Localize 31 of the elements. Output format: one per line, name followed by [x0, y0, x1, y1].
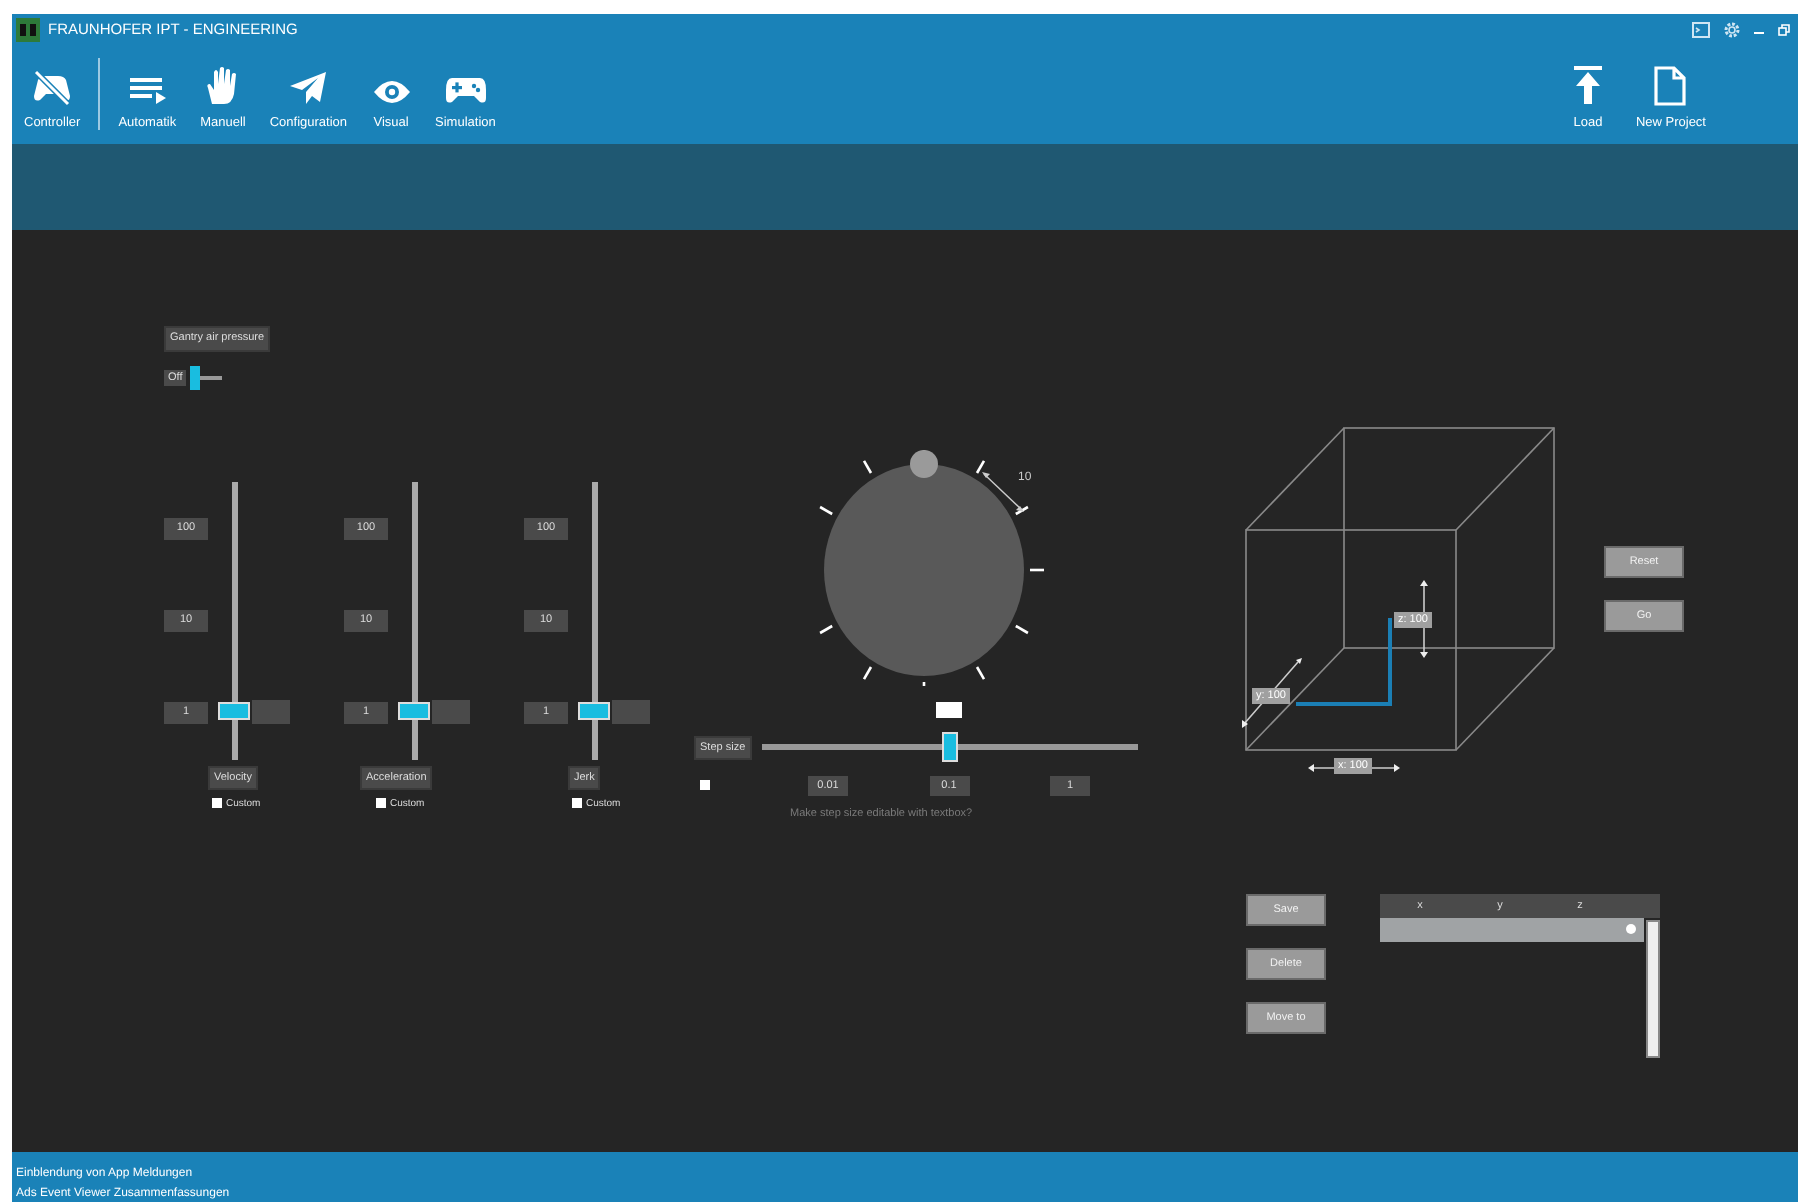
document-icon: [1654, 66, 1687, 106]
terminal-icon[interactable]: [1692, 21, 1710, 37]
value-field[interactable]: [935, 702, 962, 718]
value-field[interactable]: [432, 699, 470, 724]
scrollbar[interactable]: [1646, 920, 1660, 1058]
eye-icon: [371, 78, 412, 106]
position-path: [1296, 618, 1392, 706]
app-logo-icon: [16, 17, 40, 41]
dial-handle[interactable]: [910, 450, 938, 478]
value-field[interactable]: [612, 699, 650, 724]
toggle-thumb[interactable]: [190, 365, 201, 389]
paper-plane-icon: [288, 70, 329, 106]
checkbox[interactable]: [212, 798, 222, 808]
slider-thumb[interactable]: [941, 732, 958, 762]
checkbox[interactable]: [700, 780, 710, 790]
controller-off-icon: [32, 70, 73, 106]
slider-thumb[interactable]: [218, 701, 250, 720]
upload-icon: [1571, 66, 1604, 106]
gamepad-icon: [443, 74, 488, 106]
hand-icon: [204, 66, 241, 106]
slider-thumb[interactable]: [578, 701, 610, 720]
restore-icon[interactable]: [1778, 23, 1790, 35]
row-indicator-icon: [1626, 924, 1636, 934]
value-field[interactable]: [252, 699, 290, 724]
list-icon: [127, 74, 168, 106]
x-axis-arrow: [1308, 764, 1400, 772]
y-axis-arrow: [1242, 658, 1302, 728]
slider-thumb[interactable]: [398, 701, 430, 720]
settings-icon[interactable]: [1722, 19, 1742, 39]
checkbox[interactable]: [572, 798, 582, 808]
checkbox[interactable]: [376, 798, 386, 808]
